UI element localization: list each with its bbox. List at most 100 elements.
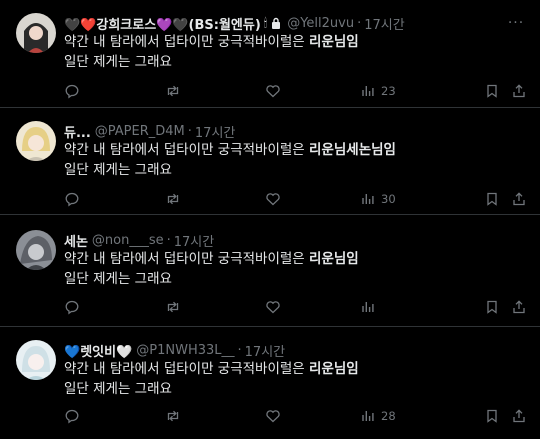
more-options-icon[interactable]: ··· — [506, 13, 526, 33]
lock-icon — [272, 17, 281, 29]
bookmark-icon — [487, 192, 497, 206]
tweet-header: 듀... @PAPER_D4M · 17시간 — [64, 121, 500, 141]
share-icon — [513, 192, 525, 206]
bookmark-button[interactable] — [484, 406, 500, 426]
share-icon — [513, 300, 525, 314]
tweet-text-line1: 약간 내 탐라에서 덥타이만 궁극적바이럴은 — [64, 34, 310, 50]
handle[interactable]: @PAPER_D4M — [95, 124, 185, 139]
tweet[interactable]: 세논 @non___se · 17시간 약간 내 탐라에서 덥타이만 궁극적바이… — [0, 215, 540, 327]
heart-icon — [266, 301, 280, 314]
tweet-actions: 28 — [64, 406, 527, 426]
share-button[interactable] — [511, 297, 527, 317]
tweet[interactable]: 💙렛잇비🤍 @P1NWH33L__ · 17시간 약간 내 탐라에서 덥타이만 … — [0, 327, 540, 439]
retweet-button[interactable] — [165, 406, 181, 426]
retweet-icon — [167, 410, 179, 422]
retweet-button[interactable] — [165, 297, 181, 317]
timestamp[interactable]: 17시간 — [195, 122, 235, 141]
tweet-header: 세논 @non___se · 17시간 — [64, 230, 500, 250]
handle[interactable]: @Yell2uvu — [287, 16, 354, 31]
tweet-text-bold: 리운님임 — [309, 34, 359, 50]
name-emoji-prefix: 🖤❤️ — [64, 17, 97, 33]
retweet-button[interactable] — [165, 189, 181, 209]
separator-dot: · — [357, 15, 362, 31]
bar-chart-icon — [362, 302, 374, 312]
avatar[interactable] — [16, 13, 56, 53]
bookmark-button[interactable] — [484, 189, 500, 209]
views-button[interactable] — [360, 297, 381, 317]
tweet-text-line2: 일단 제게는 그래요 — [64, 381, 172, 397]
views-count: 28 — [381, 409, 396, 423]
reply-icon — [65, 300, 79, 315]
heart-icon — [266, 410, 280, 423]
tweet-text-bold: 리운님임 — [309, 361, 359, 377]
bar-chart-icon — [362, 194, 374, 204]
tweet-actions: 23 — [64, 81, 527, 101]
separator-dot: · — [166, 232, 171, 248]
avatar[interactable] — [16, 230, 56, 270]
like-button[interactable] — [265, 406, 281, 426]
timestamp[interactable]: 17시간 — [245, 341, 285, 360]
avatar[interactable] — [16, 121, 56, 161]
views-button[interactable]: 28 — [360, 406, 396, 426]
bookmark-icon — [487, 409, 497, 423]
share-button[interactable] — [511, 406, 527, 426]
reply-icon — [65, 192, 79, 207]
separator-dot: · — [187, 123, 192, 139]
tweet-text: 약간 내 탐라에서 덥타이만 궁극적바이럴은 리운님임 일단 제게는 그래요 — [64, 359, 520, 399]
share-icon — [513, 84, 525, 98]
display-name[interactable]: 💙렛잇비🤍 — [64, 341, 132, 360]
retweet-icon — [167, 301, 179, 313]
heart-icon — [266, 85, 280, 98]
tweet-actions — [64, 297, 527, 317]
reply-button[interactable] — [64, 189, 80, 209]
retweet-icon — [167, 193, 179, 205]
avatar[interactable] — [16, 340, 56, 380]
name-emoji-suffix: 💜🖤(BS:월엔듀) — [156, 17, 261, 33]
heart-icon — [266, 193, 280, 206]
timestamp[interactable]: 17시간 — [174, 231, 214, 250]
bookmark-icon — [487, 300, 497, 314]
tweet-text-line1: 약간 내 탐라에서 덥타이만 궁극적바이럴은 — [64, 361, 310, 377]
candle-icon: 🕯 — [263, 15, 268, 30]
bar-chart-icon — [362, 86, 374, 96]
reply-icon — [65, 84, 79, 99]
reply-button[interactable] — [64, 81, 80, 101]
tweet-text-bold: 리운님세논님임 — [309, 142, 396, 158]
display-name-text: 강희크로스 — [96, 17, 157, 33]
share-button[interactable] — [511, 189, 527, 209]
share-button[interactable] — [511, 81, 527, 101]
tweet-text-line2: 일단 제게는 그래요 — [64, 271, 172, 287]
timestamp[interactable]: 17시간 — [364, 14, 404, 33]
separator-dot: · — [237, 342, 242, 358]
tweet-text: 약간 내 탐라에서 덥타이만 궁극적바이럴은 리운님임 일단 제게는 그래요 — [64, 32, 520, 72]
display-name-text: 렛잇비 — [80, 344, 117, 360]
tweet[interactable]: 🖤❤️강희크로스💜🖤(BS:월엔듀) 🕯 @Yell2uvu · 17시간 ··… — [0, 0, 540, 108]
retweet-button[interactable] — [165, 81, 181, 101]
display-name[interactable]: 듀... — [64, 122, 91, 141]
like-button[interactable] — [265, 81, 281, 101]
name-emoji-prefix: 💙 — [64, 344, 81, 360]
timeline-feed: 🖤❤️강희크로스💜🖤(BS:월엔듀) 🕯 @Yell2uvu · 17시간 ··… — [0, 0, 540, 439]
display-name[interactable]: 🖤❤️강희크로스💜🖤(BS:월엔듀) — [64, 14, 261, 33]
tweet-header: 🖤❤️강희크로스💜🖤(BS:월엔듀) 🕯 @Yell2uvu · 17시간 — [64, 13, 500, 33]
handle[interactable]: @P1NWH33L__ — [136, 343, 234, 358]
display-name[interactable]: 세논 — [64, 231, 88, 250]
tweet[interactable]: 듀... @PAPER_D4M · 17시간 약간 내 탐라에서 덥타이만 궁극… — [0, 108, 540, 215]
views-button[interactable]: 23 — [360, 81, 396, 101]
like-button[interactable] — [265, 189, 281, 209]
tweet-text: 약간 내 탐라에서 덥타이만 궁극적바이럴은 리운님임 일단 제게는 그래요 — [64, 249, 520, 289]
reply-button[interactable] — [64, 297, 80, 317]
bookmark-button[interactable] — [484, 81, 500, 101]
bookmark-button[interactable] — [484, 297, 500, 317]
retweet-icon — [167, 85, 179, 97]
reply-icon — [65, 409, 79, 424]
bookmark-icon — [487, 84, 497, 98]
views-button[interactable]: 30 — [360, 189, 396, 209]
name-emoji-suffix: 🤍 — [116, 344, 133, 360]
tweet-text-bold: 리운님임 — [309, 251, 359, 267]
tweet-text-line2: 일단 제게는 그래요 — [64, 162, 172, 178]
reply-button[interactable] — [64, 406, 80, 426]
handle[interactable]: @non___se — [92, 233, 164, 248]
like-button[interactable] — [265, 297, 281, 317]
tweet-header: 💙렛잇비🤍 @P1NWH33L__ · 17시간 — [64, 340, 500, 360]
